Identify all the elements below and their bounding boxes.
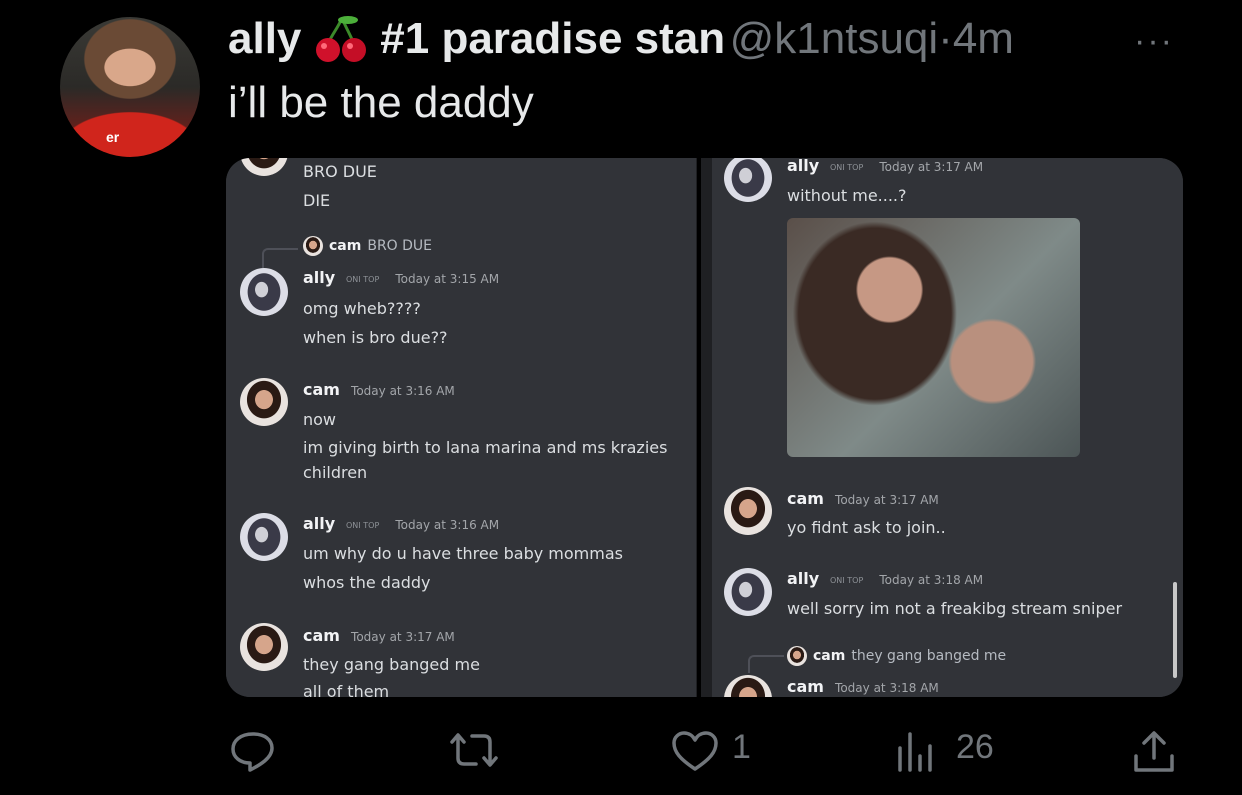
discord-screenshot-right: ally ONI TOP Today at 3:17 AM without me.… <box>712 158 1183 697</box>
cam-mini-avatar <box>787 646 807 666</box>
message-line: whos the daddy <box>303 573 431 592</box>
message-line: they gang banged me <box>303 655 480 674</box>
role-tags: ONI TOP <box>829 163 864 172</box>
username[interactable]: ally <box>303 514 335 533</box>
cam-avatar <box>240 378 288 426</box>
message-header: ally ONI TOP Today at 3:17 AM <box>787 158 983 175</box>
retweet-icon <box>450 733 498 767</box>
cam-avatar <box>240 158 288 176</box>
author-suffix: #1 paradise stan <box>380 14 726 63</box>
role-tags: ONI TOP <box>345 521 380 530</box>
tweet-actions: 1 26 <box>0 722 1242 778</box>
ally-avatar <box>240 513 288 561</box>
tweet-media[interactable]: BRO DUE DIE cam BRO DUE ally ONI TOP Today… <box>226 158 1183 697</box>
message-line: DIE <box>303 191 331 210</box>
message-line: children <box>303 463 368 482</box>
username[interactable]: ally <box>303 268 335 287</box>
cam-avatar <box>724 675 772 697</box>
reply-user: cam <box>329 238 362 254</box>
ally-avatar <box>240 268 288 316</box>
reply-icon <box>231 732 274 772</box>
retweet-button[interactable] <box>446 722 506 774</box>
reply-user: cam <box>813 648 846 664</box>
message-header: cam Today at 3:16 AM <box>303 380 455 399</box>
timestamp: Today at 3:16 AM <box>351 384 455 398</box>
reply-preview[interactable]: cam they gang banged me <box>787 646 1006 666</box>
username[interactable]: cam <box>787 489 824 508</box>
separator: · <box>938 14 953 63</box>
username[interactable]: cam <box>303 380 340 399</box>
author-handle[interactable]: @k1ntsuqi <box>730 14 939 63</box>
views-button[interactable]: 26 <box>894 722 1004 774</box>
reply-preview[interactable]: cam BRO DUE <box>303 236 432 256</box>
ally-avatar <box>724 568 772 616</box>
username[interactable]: ally <box>787 158 819 175</box>
username[interactable]: cam <box>303 626 340 645</box>
username[interactable]: ally <box>787 569 819 588</box>
cam-avatar <box>240 623 288 671</box>
discord-screenshot-left: BRO DUE DIE cam BRO DUE ally ONI TOP Today… <box>226 158 696 697</box>
reply-connector <box>262 248 298 268</box>
timestamp: Today at 3:16 AM <box>395 518 500 532</box>
message-header: cam Today at 3:17 AM <box>303 626 455 645</box>
author-name[interactable]: ally <box>228 14 301 63</box>
message-header: cam Today at 3:17 AM <box>787 489 939 508</box>
timestamp: Today at 3:15 AM <box>395 272 500 286</box>
message-line: yo fidnt ask to join.. <box>787 518 946 537</box>
attached-image[interactable] <box>787 218 1080 457</box>
role-tags: ONI TOP <box>345 275 380 284</box>
tweet-header: ally #1 paradise stan @k1ntsuqi·4m <box>228 14 1014 66</box>
role-tags: ONI TOP <box>829 576 864 585</box>
tweet-text: i’ll be the daddy <box>228 78 534 127</box>
message-line: all of them <box>303 682 390 697</box>
reply-connector <box>748 655 784 673</box>
message-line: omg wheb???? <box>303 299 421 318</box>
timestamp: Today at 3:17 AM <box>835 493 939 507</box>
view-count: 26 <box>956 728 994 766</box>
message-header: cam Today at 3:18 AM <box>787 677 939 696</box>
message-line: BRO DUE <box>303 162 377 181</box>
timestamp: Today at 3:18 AM <box>879 573 984 587</box>
reply-text: BRO DUE <box>367 238 433 254</box>
username[interactable]: cam <box>787 677 824 696</box>
screenshot-divider <box>696 158 712 697</box>
timestamp: Today at 3:18 AM <box>835 681 939 695</box>
views-icon <box>898 732 932 772</box>
heart-icon <box>672 731 718 771</box>
timestamp: Today at 3:17 AM <box>351 630 455 644</box>
message-line: without me....? <box>787 186 907 205</box>
cam-avatar <box>724 487 772 535</box>
message-header: ally ONI TOP Today at 3:15 AM <box>303 268 499 287</box>
avatar-badge: er <box>106 129 120 145</box>
author-avatar[interactable]: er <box>60 17 200 157</box>
share-button[interactable] <box>1130 722 1180 774</box>
message-line: um why do u have three baby mommas <box>303 544 623 563</box>
message-line: im giving birth to lana marina and ms kr… <box>303 438 668 457</box>
more-options-icon[interactable]: ··· <box>1134 22 1174 61</box>
reply-text: they gang banged me <box>851 648 1007 664</box>
message-header: ally ONI TOP Today at 3:18 AM <box>787 569 983 588</box>
message-line: when is bro due?? <box>303 328 448 347</box>
ally-avatar <box>724 158 772 202</box>
cam-mini-avatar <box>303 236 323 256</box>
scrollbar[interactable] <box>1173 582 1177 678</box>
tweet-time[interactable]: 4m <box>953 14 1014 63</box>
message-header: ally ONI TOP Today at 3:16 AM <box>303 514 499 533</box>
message-line: well sorry im not a freakibg stream snip… <box>787 599 1123 618</box>
message-line: now <box>303 410 337 429</box>
share-icon <box>1134 731 1174 772</box>
like-count: 1 <box>732 728 751 766</box>
timestamp: Today at 3:17 AM <box>879 160 984 174</box>
like-button[interactable]: 1 <box>670 722 760 774</box>
reply-button[interactable] <box>228 722 288 774</box>
cherry-icon <box>315 16 366 62</box>
